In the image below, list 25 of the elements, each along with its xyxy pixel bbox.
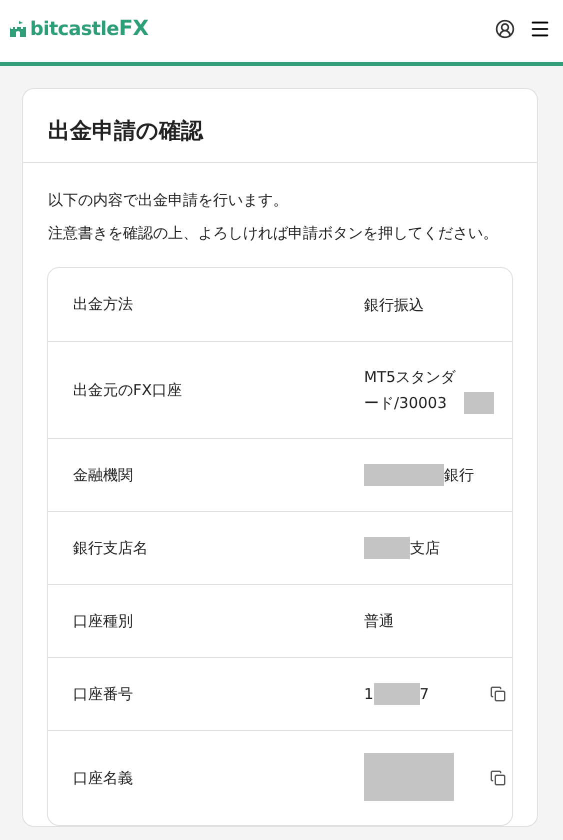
row-label: 口座種別 (72, 610, 134, 632)
copy-icon[interactable] (490, 686, 506, 702)
redaction-block (374, 683, 420, 705)
row-label: 銀行支店名 (72, 538, 149, 559)
intro-text: 以下の内容で出金申請を行います。 (48, 190, 289, 211)
logo-text[interactable]: bitcastleFX (30, 13, 148, 45)
row-value: 普通 (364, 611, 394, 632)
row-value: MT5スタンダード/30003 (364, 367, 457, 414)
row-value: 7 (420, 684, 430, 705)
row-value: 銀行 (444, 465, 474, 486)
copy-icon[interactable] (490, 770, 506, 786)
redaction-block (364, 537, 410, 559)
user-account-icon[interactable] (495, 19, 515, 39)
row-label: 出金方法 (72, 294, 134, 316)
page-title: 出金申請の確認 (48, 118, 204, 146)
row-label: 金融機関 (72, 464, 134, 486)
row-value: 1 (364, 684, 374, 705)
intro-text: 注意書きを確認の上、よろしければ申請ボタンを押してください。 (48, 223, 499, 244)
castle-logo-icon (8, 19, 28, 39)
row-label: 口座名義 (72, 768, 134, 789)
row-label: 出金元のFX口座 (72, 380, 183, 401)
redaction-block (464, 392, 494, 414)
row-value: 支店 (410, 538, 440, 559)
row-label: 口座番号 (72, 684, 134, 705)
row-value: 銀行振込 (364, 294, 424, 316)
